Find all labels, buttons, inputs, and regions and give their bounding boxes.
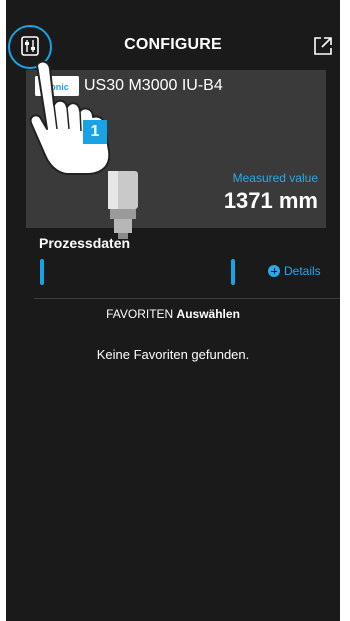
open-external-icon[interactable]: [313, 36, 333, 56]
pointing-hand-icon: [29, 60, 111, 175]
app-screen: CONFIGURE sonic US30 M3000 IU-B4 Measure…: [6, 0, 340, 621]
favorites-label: FAVORITEN: [106, 307, 174, 321]
details-link[interactable]: Details: [268, 264, 321, 278]
measured-value: 1371 mm: [223, 188, 318, 213]
favorites-header: FAVORITEN Auswählen: [6, 307, 340, 321]
empty-favorites-message: Keine Favoriten gefunden.: [96, 347, 250, 362]
favorites-select-button[interactable]: Auswählen: [177, 307, 240, 321]
plus-circle-icon: [268, 265, 280, 277]
app-header: CONFIGURE: [6, 0, 340, 69]
process-bar-start: [40, 259, 44, 285]
details-label: Details: [284, 264, 321, 278]
divider: [34, 298, 340, 299]
process-data-title: Prozessdaten: [39, 235, 131, 251]
page-title: CONFIGURE: [124, 36, 222, 53]
process-bar-end: [231, 259, 235, 285]
sensor-image: [108, 171, 138, 239]
step-number-badge: 1: [83, 120, 107, 144]
measured-value-label: Measured value: [232, 171, 318, 185]
